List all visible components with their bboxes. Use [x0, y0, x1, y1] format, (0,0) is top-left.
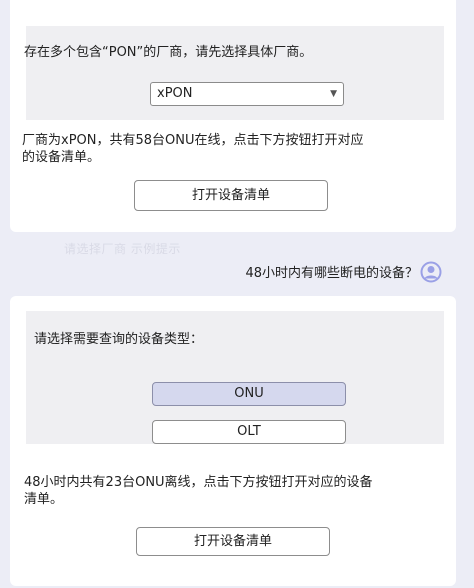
- device-type-prompt: 请选择需要查询的设备类型：: [34, 332, 204, 347]
- vendor-result-line: 的设备清单。: [22, 150, 101, 165]
- vendor-select-panel: 存在多个包含“PON”的厂商，请先选择具体厂商。 xPON ▼: [24, 26, 444, 120]
- vendor-result-line: 厂商为xPON，共有58台ONU在线，点击下方按钮打开对应: [22, 133, 364, 148]
- vendor-prompt: 存在多个包含“PON”的厂商，请先选择具体厂商。: [24, 45, 313, 60]
- faded-text: 请选择厂商 示例提示: [64, 242, 181, 256]
- offline-result-line: 48小时内共有23台ONU离线，点击下方按钮打开对应的设备: [24, 475, 373, 490]
- user-avatar-icon: [420, 261, 442, 283]
- vendor-select-value: xPON: [157, 86, 193, 101]
- vendor-result-text: 厂商为xPON，共有58台ONU在线，点击下方按钮打开对应 的设备清单。: [22, 132, 364, 166]
- open-device-list-button[interactable]: 打开设备清单: [134, 180, 328, 211]
- open-device-list-button[interactable]: 打开设备清单: [136, 527, 330, 556]
- bot-message-card: 存在多个包含“PON”的厂商，请先选择具体厂商。 xPON ▼ 厂商为xPON，…: [10, 0, 456, 232]
- user-message: 48小时内有哪些断电的设备？: [245, 266, 418, 281]
- offline-result-text: 48小时内共有23台ONU离线，点击下方按钮打开对应的设备 清单。: [24, 474, 373, 508]
- device-type-olt-button[interactable]: OLT: [152, 420, 346, 444]
- device-type-panel: 请选择需要查询的设备类型： ONU OLT: [26, 311, 444, 444]
- device-type-onu-button[interactable]: ONU: [152, 382, 346, 406]
- bot-message-card: 请选择需要查询的设备类型： ONU OLT 48小时内共有23台ONU离线，点击…: [10, 296, 456, 586]
- vendor-select[interactable]: xPON ▼: [150, 82, 344, 106]
- chevron-down-icon: ▼: [330, 89, 337, 99]
- offline-result-line: 清单。: [24, 492, 64, 507]
